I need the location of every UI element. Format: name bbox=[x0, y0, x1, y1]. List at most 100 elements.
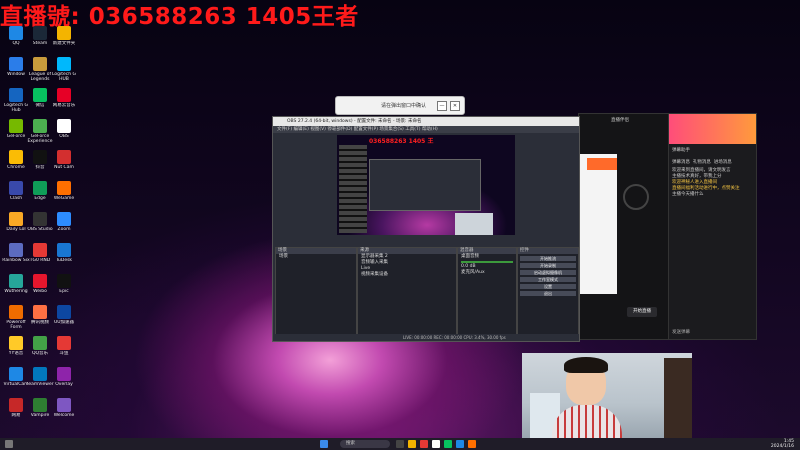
studio-mode-button[interactable]: 工作室模式 bbox=[520, 277, 576, 282]
chat-tab[interactable]: 弹幕消息 bbox=[672, 160, 690, 165]
obs-titlebar: OBS 27.2.4 (64-bit, windows) - 配置文件: 未命名… bbox=[273, 117, 579, 126]
send-danmaku-input[interactable]: 发送弹幕 bbox=[672, 329, 690, 335]
taskbar-app-icon[interactable] bbox=[468, 440, 476, 448]
app-icon bbox=[33, 119, 47, 133]
taskbar-app-icon[interactable] bbox=[420, 440, 428, 448]
desktop-icon[interactable]: Epic bbox=[49, 274, 79, 299]
popup-text: 请在弹出窗口中确认 bbox=[381, 103, 427, 109]
taskbar-search-input[interactable]: 搜索 bbox=[340, 440, 390, 448]
desktop-icon-label: Epic bbox=[59, 289, 69, 294]
desktop-icon-label: Logitech G HUB bbox=[51, 72, 77, 82]
desktop-icon-label: 斗鱼 bbox=[59, 351, 69, 356]
webcam-sweater bbox=[552, 405, 622, 438]
popup-min-button[interactable]: — bbox=[437, 101, 447, 111]
taskbar: 搜索 1:45 2024/1/16 bbox=[0, 438, 800, 450]
app-icon bbox=[57, 305, 71, 319]
chat-tab[interactable]: 礼物消息 bbox=[693, 160, 711, 165]
file-explorer-icon[interactable] bbox=[408, 440, 416, 448]
webcam-tree bbox=[664, 358, 692, 438]
scenes-panel: 场景 场景 bbox=[275, 247, 357, 337]
desktop-icon[interactable]: UU加速器 bbox=[49, 305, 79, 330]
app-icon bbox=[9, 398, 23, 412]
app-icon bbox=[57, 398, 71, 412]
app-icon bbox=[57, 243, 71, 257]
desktop-icon-label: UU加速器 bbox=[53, 320, 75, 325]
desktop-icon-label: Overlay bbox=[55, 382, 73, 387]
wechat-taskbar-icon[interactable] bbox=[444, 440, 452, 448]
desktop-icon[interactable]: Logitech G HUB bbox=[49, 57, 79, 82]
desktop-icon[interactable]: 新建文件夹 bbox=[49, 26, 79, 51]
taskbar-clock[interactable]: 1:45 2024/1/16 bbox=[771, 439, 794, 449]
app-icon bbox=[57, 367, 71, 381]
desktop-icon-label: Zoom bbox=[57, 227, 71, 232]
preview-icon-column bbox=[339, 145, 367, 233]
app-icon bbox=[33, 243, 47, 257]
scene-item[interactable]: 场景 bbox=[276, 254, 356, 260]
app-icon bbox=[9, 305, 23, 319]
chat-message-list: 欢迎来到直播间，请文明发言 主播技术真好，带我上分 欢迎神秘人进入直播间 直播间福利活… bbox=[669, 168, 756, 198]
desktop-icon[interactable]: Nut Cam bbox=[49, 150, 79, 175]
app-icon bbox=[9, 57, 23, 71]
app-icon bbox=[57, 57, 71, 71]
app-icon bbox=[9, 367, 23, 381]
desktop-icon-label: 新建文件夹 bbox=[52, 41, 76, 46]
desktop-icon[interactable]: TuDesk bbox=[49, 243, 79, 268]
app-icon bbox=[57, 181, 71, 195]
desktop-icon[interactable]: Welcome bbox=[49, 398, 79, 423]
desktop-icon[interactable]: Zoom bbox=[49, 212, 79, 237]
start-live-button[interactable]: 开始直播 bbox=[627, 307, 657, 317]
start-streaming-button[interactable]: 开始推流 bbox=[520, 256, 576, 261]
obs-statusbar: LIVE: 00:00:00 REC: 00:00:00 CPU: 3.4%, … bbox=[273, 334, 579, 341]
desktop-icon[interactable]: 斗鱼 bbox=[49, 336, 79, 361]
app-icon bbox=[57, 212, 71, 226]
obs-menubar[interactable]: 文件(F) 编辑(E) 视图(V) 停靠部件(D) 配置文件(P) 场景集合(S… bbox=[273, 126, 579, 133]
controls-panel: 控件 开始推流 开始录制 启动虚拟摄像机 工作室模式 设置 退出 bbox=[517, 247, 579, 337]
qq-taskbar-icon[interactable] bbox=[456, 440, 464, 448]
exit-button[interactable]: 退出 bbox=[520, 291, 576, 296]
desktop-icon[interactable]: Overlay bbox=[49, 367, 79, 392]
windows-start-icon[interactable] bbox=[320, 440, 328, 448]
app-icon bbox=[33, 305, 47, 319]
desktop-icon[interactable]: WeGame bbox=[49, 181, 79, 206]
live-tab-strip bbox=[587, 158, 617, 170]
chat-window: 弹幕助手 弹幕消息 礼物消息 进场消息 欢迎来到直播间，请文明发言 主播技术真好，… bbox=[668, 113, 757, 340]
settings-button[interactable]: 设置 bbox=[520, 284, 576, 289]
taskview-icon[interactable] bbox=[396, 440, 404, 448]
app-icon bbox=[57, 88, 71, 102]
virtual-camera-button[interactable]: 启动虚拟摄像机 bbox=[520, 270, 576, 275]
popup-close-button[interactable]: ✕ bbox=[450, 101, 460, 111]
chat-tabs: 弹幕消息 礼物消息 进场消息 bbox=[669, 156, 756, 168]
live-companion-window: 直播伴侣 开始直播 bbox=[578, 113, 670, 340]
mixer-meter bbox=[461, 261, 513, 263]
sources-panel: 来源 显示器采集 2 音频输入采集 Live 视频采集设备 bbox=[357, 247, 457, 337]
preview-overlay-text: 036588263 1405 王 bbox=[369, 138, 434, 145]
app-icon bbox=[33, 181, 47, 195]
start-recording-button[interactable]: 开始录制 bbox=[520, 263, 576, 268]
desktop-icon-label: 网易云音乐 bbox=[52, 103, 76, 108]
confirm-popup: 请在弹出窗口中确认 — ✕ bbox=[335, 96, 465, 115]
live-preview-area bbox=[579, 154, 617, 294]
app-icon bbox=[33, 336, 47, 350]
obs-title: OBS 27.2.4 (64-bit, windows) - 配置文件: 未命名… bbox=[287, 119, 422, 124]
clock-date: 2024/1/16 bbox=[770, 444, 794, 449]
app-icon bbox=[9, 274, 23, 288]
app-icon bbox=[33, 367, 47, 381]
taskbar-widget-icon[interactable] bbox=[5, 440, 13, 448]
app-icon bbox=[57, 119, 71, 133]
app-icon bbox=[9, 88, 23, 102]
desktop-icon[interactable]: 网易云音乐 bbox=[49, 88, 79, 113]
app-icon bbox=[33, 150, 47, 164]
app-icon bbox=[9, 119, 23, 133]
live-status-ring bbox=[623, 184, 649, 210]
app-icon bbox=[33, 398, 47, 412]
chat-header: 弹幕助手 bbox=[672, 148, 690, 153]
obs-taskbar-icon[interactable] bbox=[432, 440, 440, 448]
app-icon bbox=[9, 243, 23, 257]
app-icon bbox=[9, 212, 23, 226]
app-icon bbox=[33, 26, 47, 40]
chat-tab[interactable]: 进场消息 bbox=[714, 160, 732, 165]
desktop-icon-label: TuDesk bbox=[55, 258, 73, 263]
desktop-icon[interactable]: OBS bbox=[49, 119, 79, 144]
source-item[interactable]: 视频采集设备 bbox=[358, 272, 456, 278]
controls-header: 控件 bbox=[518, 248, 578, 254]
